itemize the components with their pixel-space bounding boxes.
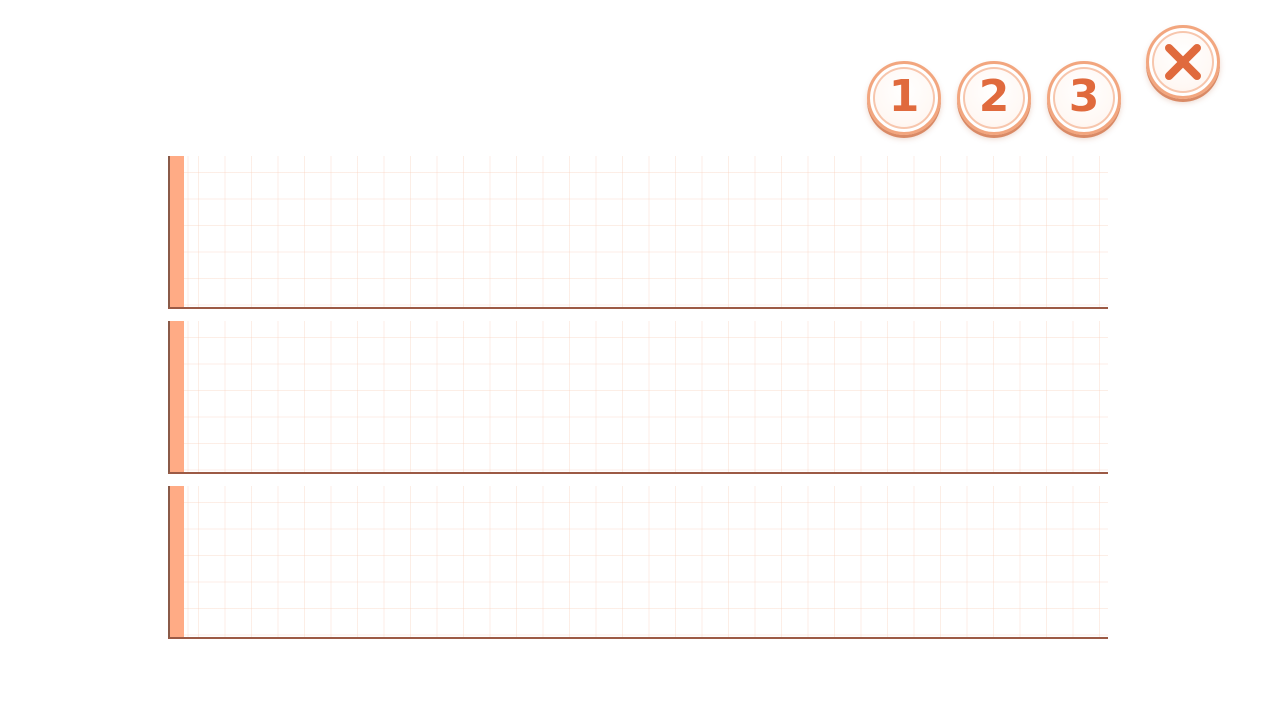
writing-line-2-marker (170, 321, 184, 472)
option-1-label: 1 (888, 71, 920, 122)
option-3-label: 3 (1068, 71, 1100, 122)
writing-line-1[interactable] (168, 156, 1108, 309)
writing-line-3-marker (170, 486, 184, 637)
close-button[interactable] (1146, 25, 1220, 99)
writing-line-1-marker (170, 156, 184, 307)
option-1-button[interactable]: 1 (867, 61, 941, 135)
writing-line-2[interactable] (168, 321, 1108, 474)
option-3-button[interactable]: 3 (1047, 61, 1121, 135)
writing-line-3[interactable] (168, 486, 1108, 639)
close-icon (1165, 44, 1201, 80)
option-2-button[interactable]: 2 (957, 61, 1031, 135)
option-2-label: 2 (978, 71, 1010, 122)
writing-practice-screen: 1 2 3 (0, 0, 1280, 720)
